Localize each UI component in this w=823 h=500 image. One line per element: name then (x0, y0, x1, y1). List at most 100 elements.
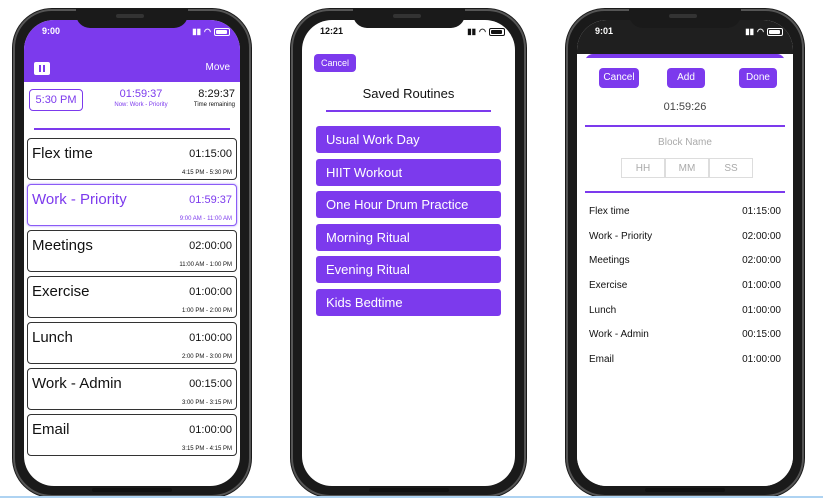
edit-screen: 9:01 ▮▮ ◠ Cancel Add Done 01:59:26 Block… (577, 20, 793, 486)
routine-button[interactable]: Usual Work Day (316, 126, 501, 153)
block-range: 1:00 PM - 2:00 PM (181, 308, 232, 314)
signal-icon: ▮▮ (745, 27, 755, 36)
divider (585, 125, 785, 127)
home-indicator (368, 488, 449, 492)
timer-screen: 9:00 ▮▮ ◠ Move 5:30 PM 01:59:37 Now: Wor… (24, 20, 240, 486)
block-duration: 01:00:00 (189, 424, 232, 436)
routine-list: Usual Work Day HIIT Workout One Hour Drum … (316, 126, 501, 321)
block-list-item[interactable]: Work - Priority 02:00:00 (589, 224, 781, 249)
block-duration: 01:00:00 (189, 286, 232, 298)
block-duration: 01:00:00 (742, 304, 781, 316)
battery-icon (489, 27, 505, 36)
block-list-item[interactable]: Meetings 02:00:00 (589, 248, 781, 273)
block-name: Email (32, 421, 70, 438)
total-value: 8:29:37 (198, 88, 235, 100)
block-name: Meetings (589, 255, 630, 267)
block-name: Work - Admin (32, 375, 122, 392)
block-range: 11:00 AM - 1:00 PM (179, 262, 232, 268)
routines-screen: 12:21 ▮▮ ◠ Cancel Saved Routines Usual W… (302, 20, 515, 486)
block-list-item[interactable]: Flex time 01:15:00 (589, 199, 781, 224)
block-duration: 00:15:00 (742, 329, 781, 341)
routine-button[interactable]: Evening Ritual (316, 256, 501, 283)
block-list: Flex time 01:15:00 Work - Priority 02:00:00… (589, 199, 781, 372)
page-title: Saved Routines (362, 86, 455, 101)
block-duration: 02:00:00 (189, 240, 232, 252)
routine-button[interactable]: HIIT Workout (316, 158, 501, 186)
status-bar: 9:00 ▮▮ ◠ (24, 26, 240, 40)
current-time-badge[interactable]: 5:30 PM (29, 89, 83, 111)
notch (629, 8, 741, 28)
block-list-item[interactable]: Exercise 01:00:00 (589, 273, 781, 298)
signal-icon: ▮▮ (192, 27, 202, 36)
status-time: 9:01 (595, 26, 614, 36)
notch (352, 8, 465, 28)
block-name: Lunch (589, 304, 617, 316)
move-button[interactable]: Move (206, 62, 230, 73)
block-name: Lunch (32, 329, 73, 346)
pause-icon-bar (43, 65, 45, 72)
block-list-item[interactable]: Lunch 01:00:00 (589, 298, 781, 323)
block-name: Flex time (32, 145, 93, 162)
block-row[interactable]: Meetings 02:00:00 11:00 AM - 1:00 PM (27, 230, 237, 272)
done-button[interactable]: Done (739, 68, 777, 88)
status-bar: 9:01 ▮▮ ◠ (577, 26, 793, 40)
minutes-input[interactable] (665, 158, 709, 178)
cancel-button[interactable]: Cancel (599, 68, 639, 88)
block-duration: 01:00:00 (742, 279, 781, 291)
notch (76, 8, 188, 28)
total-remaining: 8:29:37 Time remaining (194, 88, 235, 108)
routine-button[interactable]: Morning Ritual (316, 223, 501, 251)
block-range: 3:15 PM - 4:15 PM (181, 446, 232, 452)
routine-button[interactable]: Kids Bedtime (316, 288, 501, 316)
block-range: 2:00 PM - 3:00 PM (181, 354, 232, 360)
block-list-item[interactable]: Work - Admin 00:15:00 (589, 322, 781, 347)
block-name: Flex time (589, 205, 630, 217)
status-bar: 12:21 ▮▮ ◠ (302, 26, 515, 40)
block-name: Meetings (32, 237, 93, 254)
block-row[interactable]: Work - Priority 01:59:37 9:00 AM - 11:00 A… (27, 184, 237, 226)
block-list: Flex time 01:15:00 4:15 PM - 5:30 PM Work -… (27, 138, 237, 460)
home-indicator (645, 488, 725, 492)
hours-input[interactable] (621, 158, 665, 178)
top-band: 9:01 ▮▮ ◠ (577, 20, 793, 54)
block-duration: 01:59:37 (189, 194, 232, 206)
add-button[interactable]: Add (667, 68, 705, 88)
seconds-input[interactable] (709, 158, 753, 178)
now-label: Now: Work - Priority (114, 102, 168, 108)
phone-saved-routines: 12:21 ▮▮ ◠ Cancel Saved Routines Usual W… (290, 8, 527, 498)
battery-icon (214, 27, 230, 36)
pause-icon (39, 65, 41, 72)
wifi-icon: ◠ (757, 27, 764, 36)
battery-icon (767, 27, 783, 36)
routine-button[interactable]: One Hour Drum Practice (316, 191, 501, 218)
block-row[interactable]: Work - Admin 00:15:00 3:00 PM - 3:15 PM (27, 368, 237, 410)
block-name: Exercise (32, 283, 90, 300)
block-row[interactable]: Flex time 01:15:00 4:15 PM - 5:30 PM (27, 138, 237, 180)
block-name-field[interactable]: Block Name (577, 137, 793, 148)
timer-summary: 5:30 PM 01:59:37 Now: Work - Priority 8:… (24, 84, 240, 124)
block-name: Work - Priority (589, 230, 653, 242)
divider (585, 191, 785, 193)
block-range: 4:15 PM - 5:30 PM (181, 170, 232, 176)
block-row[interactable]: Lunch 01:00:00 2:00 PM - 3:00 PM (27, 322, 237, 364)
block-row[interactable]: Email 01:00:00 3:15 PM - 4:15 PM (27, 414, 237, 456)
block-duration: 01:15:00 (189, 148, 232, 160)
duration-inputs (621, 158, 753, 178)
block-duration: 01:00:00 (189, 332, 232, 344)
signal-icons: ▮▮ ◠ (745, 27, 783, 36)
phone-edit-routine: 9:01 ▮▮ ◠ Cancel Add Done 01:59:26 Block… (565, 8, 805, 498)
total-duration: 01:59:26 (663, 101, 707, 113)
home-indicator (92, 488, 172, 492)
timer-header: 9:00 ▮▮ ◠ Move (24, 20, 240, 82)
remaining-value: 01:59:37 (119, 88, 163, 100)
block-row[interactable]: Exercise 01:00:00 1:00 PM - 2:00 PM (27, 276, 237, 318)
pause-button[interactable] (34, 62, 50, 75)
signal-icon: ▮▮ (467, 27, 477, 36)
divider (34, 128, 230, 130)
block-name: Exercise (589, 279, 628, 291)
status-time: 12:21 (320, 26, 344, 36)
cancel-button[interactable]: Cancel (314, 54, 356, 72)
block-duration: 01:15:00 (742, 205, 781, 217)
current-block-remaining: 01:59:37 Now: Work - Priority (96, 88, 186, 108)
block-list-item[interactable]: Email 01:00:00 (589, 347, 781, 372)
